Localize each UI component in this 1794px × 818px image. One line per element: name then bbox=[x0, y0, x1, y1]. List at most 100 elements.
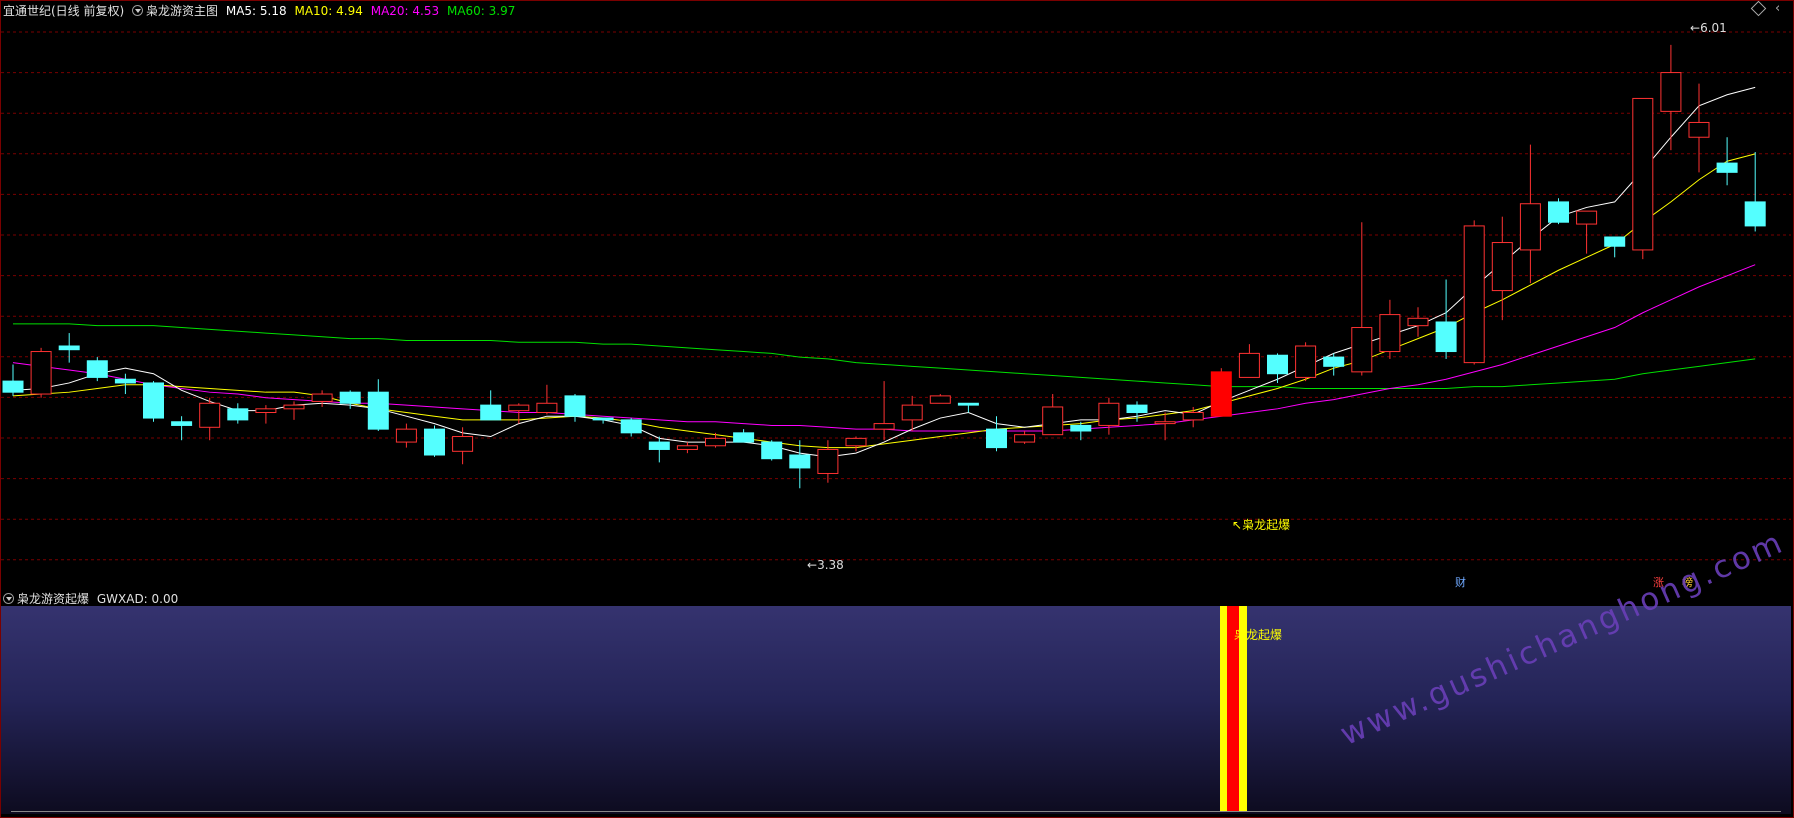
candle[interactable] bbox=[1210, 368, 1232, 417]
candle[interactable] bbox=[58, 333, 80, 363]
candle[interactable] bbox=[452, 427, 474, 465]
candle-body bbox=[1070, 424, 1092, 432]
ma5-label: MA5: 5.18 bbox=[225, 4, 287, 18]
candle[interactable] bbox=[255, 405, 277, 424]
main-chart-panel[interactable]: 宜通世纪(日线 前复权) 枭龙游资主图 MA5: 5.18 MA10: 4.94… bbox=[1, 0, 1791, 590]
candle-body bbox=[1014, 434, 1036, 443]
candle-body bbox=[1463, 225, 1485, 364]
badge-cai[interactable]: 财 bbox=[1455, 574, 1466, 590]
candle-body bbox=[1632, 97, 1654, 251]
candle[interactable] bbox=[1351, 222, 1373, 376]
candle-body bbox=[901, 404, 923, 421]
candle[interactable] bbox=[2, 364, 24, 396]
candle[interactable] bbox=[1716, 137, 1738, 186]
candle[interactable] bbox=[86, 357, 108, 382]
candle[interactable] bbox=[1632, 97, 1654, 260]
candle-body bbox=[58, 345, 80, 351]
candle[interactable] bbox=[1267, 353, 1288, 383]
candle[interactable] bbox=[1744, 152, 1766, 232]
chevron-icon[interactable]: ‹ bbox=[1775, 1, 1780, 16]
candle-body bbox=[30, 351, 52, 395]
candle[interactable] bbox=[1688, 83, 1710, 173]
candle[interactable] bbox=[1519, 144, 1541, 284]
candle[interactable] bbox=[367, 379, 389, 431]
candle-body bbox=[311, 393, 333, 402]
candle[interactable] bbox=[199, 397, 221, 441]
candle[interactable] bbox=[733, 429, 755, 443]
candle[interactable] bbox=[1182, 406, 1204, 428]
candle[interactable] bbox=[986, 416, 1007, 452]
candle[interactable] bbox=[620, 418, 642, 437]
candle-body bbox=[1407, 317, 1429, 327]
candle-body bbox=[395, 428, 417, 443]
candle[interactable] bbox=[536, 384, 558, 415]
candle-body bbox=[1267, 354, 1288, 375]
candle[interactable] bbox=[1463, 220, 1485, 365]
candle[interactable] bbox=[1014, 430, 1036, 444]
candle[interactable] bbox=[1435, 279, 1457, 359]
high-price-label: ←6.01 bbox=[1690, 21, 1727, 35]
candle-body bbox=[1660, 72, 1682, 112]
candle[interactable] bbox=[873, 381, 895, 441]
candle-body bbox=[283, 404, 305, 410]
candle[interactable] bbox=[817, 440, 839, 483]
candle[interactable] bbox=[1238, 344, 1260, 378]
candle-body bbox=[1379, 314, 1401, 353]
candle-body bbox=[227, 408, 249, 421]
candle[interactable] bbox=[1154, 412, 1176, 441]
chevron-down-icon[interactable] bbox=[3, 593, 14, 604]
candle-body bbox=[1210, 371, 1232, 417]
candle-body bbox=[1716, 162, 1738, 173]
candle[interactable] bbox=[1407, 307, 1429, 337]
candle-body bbox=[761, 441, 783, 460]
candle-body bbox=[817, 448, 839, 474]
candle[interactable] bbox=[1491, 216, 1513, 321]
candle[interactable] bbox=[114, 373, 136, 395]
candle[interactable] bbox=[957, 402, 979, 413]
candle[interactable] bbox=[171, 416, 193, 441]
candlestick-chart[interactable] bbox=[1, 1, 1791, 590]
candle-body bbox=[1154, 421, 1176, 425]
sub-baseline bbox=[11, 811, 1781, 812]
candle-body bbox=[676, 445, 698, 450]
candle[interactable] bbox=[676, 442, 698, 454]
candle-body bbox=[255, 408, 277, 414]
candle[interactable] bbox=[480, 390, 502, 421]
candle-body bbox=[648, 441, 670, 450]
candle[interactable] bbox=[648, 436, 670, 463]
candle[interactable] bbox=[1295, 342, 1317, 382]
candle[interactable] bbox=[1323, 353, 1345, 376]
candle-body bbox=[845, 437, 867, 447]
candle[interactable] bbox=[227, 403, 249, 424]
candle[interactable] bbox=[508, 403, 530, 424]
candle[interactable] bbox=[1379, 299, 1401, 359]
ma10-label: MA10: 4.94 bbox=[294, 4, 363, 18]
ma60-line bbox=[13, 323, 1756, 389]
candle[interactable] bbox=[1660, 44, 1682, 151]
ma60-label: MA60: 3.97 bbox=[446, 4, 516, 18]
candle[interactable] bbox=[705, 432, 726, 448]
candle-body bbox=[171, 421, 193, 426]
candle[interactable] bbox=[1576, 210, 1598, 254]
main-header: 宜通世纪(日线 前复权) 枭龙游资主图 MA5: 5.18 MA10: 4.94… bbox=[3, 3, 515, 19]
candle-body bbox=[873, 423, 895, 430]
candle-body bbox=[620, 419, 642, 434]
candle-body bbox=[339, 391, 361, 404]
candle-body bbox=[536, 402, 558, 414]
sub-signal-label: 枭龙起爆 bbox=[1234, 628, 1283, 642]
candle[interactable] bbox=[30, 347, 52, 398]
candle[interactable] bbox=[789, 440, 811, 489]
candle[interactable] bbox=[143, 381, 164, 422]
candle[interactable] bbox=[929, 394, 951, 404]
chevron-down-icon[interactable] bbox=[132, 5, 144, 16]
candle[interactable] bbox=[761, 440, 783, 461]
candle-body bbox=[508, 404, 530, 412]
candle[interactable] bbox=[845, 436, 867, 452]
candle[interactable] bbox=[1098, 397, 1120, 435]
candle[interactable] bbox=[901, 395, 923, 431]
candle[interactable] bbox=[395, 423, 417, 448]
candle[interactable] bbox=[1042, 394, 1064, 436]
candle[interactable] bbox=[424, 425, 445, 457]
candle[interactable] bbox=[311, 390, 333, 407]
candle[interactable] bbox=[1548, 198, 1569, 225]
